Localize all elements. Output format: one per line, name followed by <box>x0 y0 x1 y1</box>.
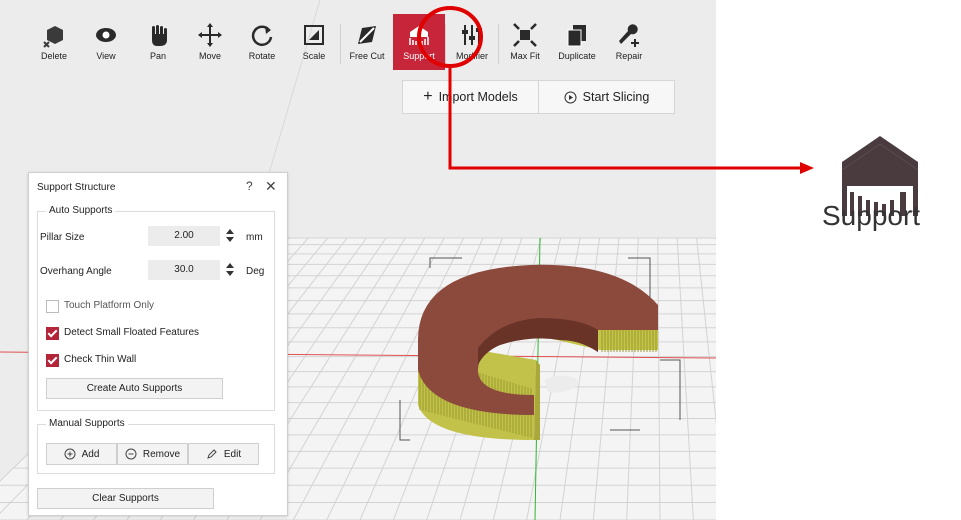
auto-supports-title: Auto Supports <box>46 205 116 216</box>
minus-circle-icon <box>125 448 137 460</box>
scale-icon <box>304 25 324 45</box>
check-thin-wall-label: Check Thin Wall <box>64 354 137 365</box>
tool-label: Rotate <box>248 51 276 61</box>
chevron-up-icon <box>226 263 234 268</box>
overhang-angle-input[interactable]: 30.0 <box>148 260 220 280</box>
tool-label: Modifier <box>455 51 488 61</box>
tool-label: Duplicate <box>558 51 596 61</box>
import-models-label: Import Models <box>438 90 518 104</box>
tool-duplicate-button[interactable]: Duplicate <box>551 14 603 70</box>
play-circle-icon <box>564 91 577 103</box>
tool-label: Scale <box>302 51 326 61</box>
add-support-button[interactable]: Add <box>46 443 117 465</box>
cube-x-icon <box>43 26 63 48</box>
app-window: Delete View Pan Move Rotate Scale Free Cut Supp… <box>0 0 961 520</box>
clear-supports-button[interactable]: Clear Supports <box>37 488 214 509</box>
tool-free-cut-button[interactable]: Free Cut <box>341 14 393 70</box>
tool-label: View <box>96 51 116 61</box>
arrow-head-icon <box>800 162 814 174</box>
tool-repair-button[interactable]: Repair <box>603 14 655 70</box>
tool-label: Move <box>198 51 221 61</box>
chevron-down-icon <box>226 237 234 242</box>
overhang-angle-label: Overhang Angle <box>40 266 112 277</box>
tool-label: Delete <box>40 51 67 61</box>
support-icon <box>409 26 429 45</box>
panel-title: Support Structure <box>37 182 116 193</box>
overhang-angle-unit: Deg <box>246 266 265 277</box>
auto-supports-group: Auto Supports Pillar Size 2.00 mm Overha… <box>37 205 275 411</box>
pillar-size-label: Pillar Size <box>40 232 85 243</box>
max-fit-icon <box>513 23 537 47</box>
tool-rotate-button[interactable]: Rotate <box>236 14 288 70</box>
tool-label: Pan <box>149 51 166 61</box>
detect-small-features-label: Detect Small Floated Features <box>64 327 200 338</box>
eye-icon <box>96 28 116 42</box>
tool-max-fit-button[interactable]: Max Fit <box>499 14 551 70</box>
tool-scale-button[interactable]: Scale <box>288 14 340 70</box>
tool-delete-button[interactable]: Delete <box>28 14 80 70</box>
plus-icon: + <box>423 88 433 105</box>
chevron-up-icon <box>226 229 234 234</box>
duplicate-icon <box>567 25 586 47</box>
tool-support-button[interactable]: Support <box>393 14 445 70</box>
create-auto-supports-button[interactable]: Create Auto Supports <box>46 378 223 399</box>
pillar-size-input[interactable]: 2.00 <box>148 226 220 246</box>
hand-icon <box>152 25 167 46</box>
move-arrows-icon <box>198 23 222 47</box>
overhang-angle-stepper[interactable] <box>224 261 236 279</box>
wrench-icon <box>619 24 639 47</box>
import-models-button[interactable]: + Import Models <box>403 81 538 113</box>
tool-label: Support <box>403 51 435 61</box>
tool-pan-button[interactable]: Pan <box>132 14 184 70</box>
tool-label: Repair <box>615 51 643 61</box>
support-structure-panel: Support Structure ? ✕ Auto Supports Pill… <box>28 172 288 516</box>
touch-platform-label: Touch Platform Only <box>64 300 155 311</box>
detect-small-features-checkbox[interactable] <box>46 327 59 340</box>
main-toolbar: Delete View Pan Move Rotate Scale Free Cut Supp… <box>28 14 655 70</box>
edit-support-button[interactable]: Edit <box>188 443 259 465</box>
add-label: Add <box>81 448 100 460</box>
pillar-size-unit: mm <box>246 232 263 243</box>
tool-label: Free Cut <box>349 51 385 61</box>
3d-viewport[interactable]: Delete View Pan Move Rotate Scale Free Cut Supp… <box>0 0 716 520</box>
edit-label: Edit <box>223 448 242 460</box>
pencil-icon <box>207 449 217 459</box>
plus-circle-icon <box>64 448 76 460</box>
pillar-size-stepper[interactable] <box>224 227 236 245</box>
rotate-icon <box>251 25 273 46</box>
touch-platform-checkbox[interactable] <box>46 300 59 313</box>
action-bar: + Import Models Start Slicing <box>402 80 675 114</box>
chevron-down-icon <box>226 271 234 276</box>
check-thin-wall-checkbox[interactable] <box>46 354 59 367</box>
manual-supports-title: Manual Supports <box>46 418 128 429</box>
modifier-sliders-icon <box>462 25 482 45</box>
tool-label: Max Fit <box>510 51 540 61</box>
close-button[interactable]: ✕ <box>265 178 277 195</box>
support-callout-label: Support <box>822 200 921 231</box>
tool-view-button[interactable]: View <box>80 14 132 70</box>
start-slicing-label: Start Slicing <box>582 90 650 104</box>
help-button[interactable]: ? <box>246 179 253 193</box>
free-cut-icon <box>358 26 376 44</box>
remove-label: Remove <box>142 448 181 460</box>
remove-support-button[interactable]: Remove <box>117 443 188 465</box>
tool-modifier-button[interactable]: Modifier <box>446 14 498 70</box>
manual-supports-group: Manual Supports Add Remove Edit <box>37 418 275 474</box>
tool-move-button[interactable]: Move <box>184 14 236 70</box>
start-slicing-button[interactable]: Start Slicing <box>538 81 674 113</box>
